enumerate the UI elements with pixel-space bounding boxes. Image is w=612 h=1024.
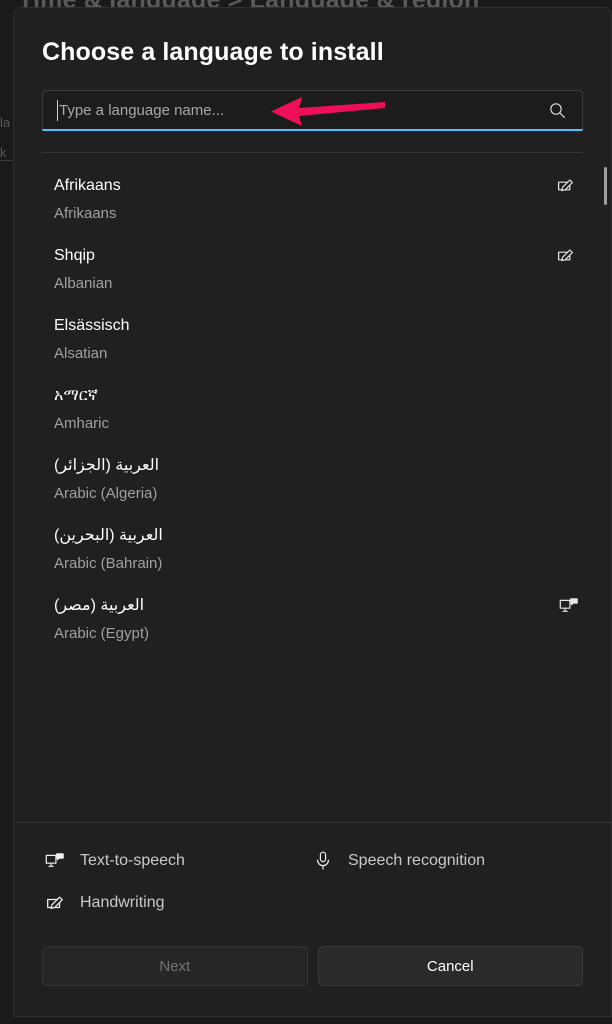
legend-row-1: Text-to-speech Speech recognition — [42, 840, 583, 882]
dialog-header: Choose a language to install — [14, 8, 611, 67]
language-english-name: Arabic (Algeria) — [54, 485, 158, 502]
search-input[interactable] — [43, 101, 549, 119]
next-button[interactable]: Next — [42, 946, 308, 986]
language-native-name: አማርኛ — [54, 387, 98, 404]
scrollbar-thumb[interactable] — [604, 167, 607, 205]
search-area — [14, 67, 611, 153]
handwriting-icon — [42, 891, 68, 915]
language-english-name: Amharic — [54, 415, 110, 432]
legend-text-to-speech: Text-to-speech — [42, 849, 310, 873]
language-english-name: Albanian — [54, 275, 113, 292]
language-english-name: Arabic (Bahrain) — [54, 555, 163, 572]
list-item[interactable]: Shqip Albanian — [14, 235, 611, 305]
list-item[interactable]: العربية (البحرين) Arabic (Bahrain) — [14, 515, 611, 585]
list-item[interactable]: العربية (الجزائر) Arabic (Algeria) — [14, 445, 611, 515]
dialog-actions: Next Cancel — [14, 930, 611, 986]
language-native-name: العربية (البحرين) — [54, 527, 163, 544]
language-native-name: Shqip — [54, 247, 95, 264]
search-icon[interactable] — [549, 102, 582, 119]
choose-language-dialog: Choose a language to install Afrikaans A… — [13, 7, 612, 1017]
legend-label: Handwriting — [80, 894, 165, 911]
search-focus-underline — [42, 129, 583, 131]
text-to-speech-icon — [42, 849, 68, 873]
text-caret — [57, 100, 58, 121]
language-english-name: Alsatian — [54, 345, 108, 362]
legend-row-2: Handwriting — [42, 882, 583, 924]
legend-speech-recognition: Speech recognition — [310, 849, 485, 873]
language-native-name: Afrikaans — [54, 177, 121, 194]
language-native-name: Elsässisch — [54, 317, 130, 334]
search-box[interactable] — [42, 90, 583, 129]
list-item[interactable]: አማርኛ Amharic — [14, 375, 611, 445]
list-item[interactable]: العربية (مصر) Arabic (Egypt) — [14, 585, 611, 655]
cancel-button[interactable]: Cancel — [317, 946, 583, 986]
page-title: Choose a language to install — [42, 38, 384, 66]
handwriting-icon — [554, 244, 578, 268]
language-english-name: Arabic (Egypt) — [54, 625, 150, 642]
list-item[interactable]: Elsässisch Alsatian — [14, 305, 611, 375]
dialog-bottom-spacer — [14, 986, 611, 1016]
list-item[interactable]: Afrikaans Afrikaans — [14, 165, 611, 235]
language-list[interactable]: Afrikaans Afrikaans Shqip Albanian Elsäs… — [14, 153, 611, 822]
legend-handwriting: Handwriting — [42, 891, 164, 915]
text-to-speech-icon — [557, 594, 581, 618]
language-native-name: العربية (مصر) — [54, 597, 145, 614]
feature-legend: Text-to-speech Speech recognition Handwr… — [14, 823, 611, 930]
handwriting-icon — [554, 174, 578, 198]
list-scrollbar[interactable] — [604, 163, 607, 793]
legend-label: Text-to-speech — [80, 852, 185, 869]
microphone-icon — [310, 849, 336, 873]
language-english-name: Afrikaans — [54, 205, 117, 222]
language-native-name: العربية (الجزائر) — [54, 457, 160, 474]
legend-label: Speech recognition — [348, 852, 485, 869]
